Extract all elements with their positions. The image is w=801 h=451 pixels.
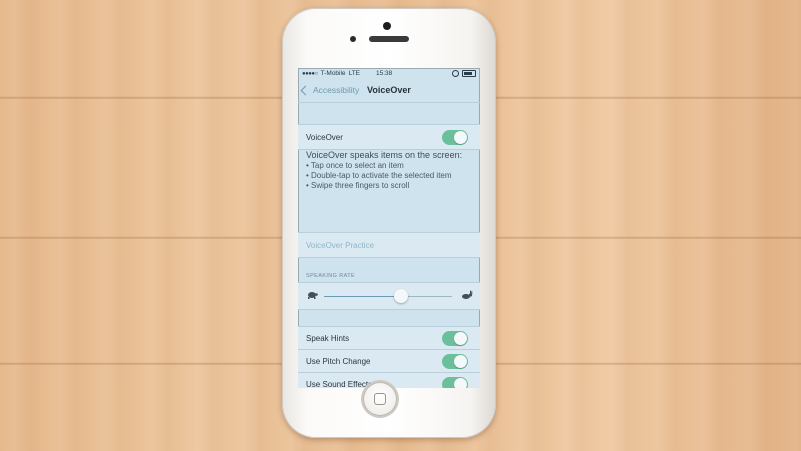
speak-hints-label: Speak Hints [306,334,350,343]
use-pitch-change-label: Use Pitch Change [306,357,371,366]
voiceover-practice-link[interactable]: VoiceOver Practice [306,241,374,250]
description-bullet: • Tap once to select an item [306,161,404,170]
slider-thumb[interactable] [393,289,408,303]
back-button[interactable]: Accessibility [300,85,360,95]
speaking-rate-slider[interactable] [324,289,452,303]
home-square-icon [374,393,386,405]
speaking-rate-row [298,282,480,310]
phone-screen: ●●●●○ T-Mobile LTE 15:38 Accessibility V… [298,68,480,388]
rabbit-icon [462,290,473,299]
description-bullet: • Swipe three fingers to scroll [306,181,410,190]
back-button-label: Accessibility [313,85,360,95]
camera-icon [383,22,391,30]
use-pitch-change-row: Use Pitch Change [298,349,480,373]
speak-hints-row: Speak Hints [298,326,480,350]
use-sound-effects-label: Use Sound Effects [306,380,373,388]
use-pitch-change-toggle[interactable] [442,354,468,369]
navigation-bar: Accessibility VoiceOver [298,80,480,103]
voiceover-practice-row[interactable]: VoiceOver Practice [298,232,480,258]
use-sound-effects-toggle[interactable] [442,377,468,388]
turtle-icon [308,292,318,299]
signal-strength-icon: ●●●●○ [302,70,318,77]
voiceover-description: VoiceOver speaks items on the screen: • … [306,150,472,191]
alarm-icon [452,70,459,77]
slider-fill [324,296,401,297]
page-title: VoiceOver [367,85,411,95]
voiceover-label: VoiceOver [306,133,343,142]
front-camera-icon [350,36,356,42]
earpiece-speaker [369,36,409,42]
battery-icon [462,70,476,77]
iphone-device: ●●●●○ T-Mobile LTE 15:38 Accessibility V… [282,8,496,438]
chevron-left-icon [300,85,311,95]
description-bullet: • Double-tap to activate the selected it… [306,171,452,180]
speak-hints-toggle[interactable] [442,331,468,346]
voiceover-toggle[interactable] [442,130,468,145]
status-time: 15:38 [376,70,393,77]
status-bar: ●●●●○ T-Mobile LTE 15:38 [298,68,480,80]
description-list: • Tap once to select an item • Double-ta… [306,161,472,191]
status-right [452,70,476,77]
network-type: LTE [348,70,361,77]
home-button[interactable] [363,382,397,416]
voiceover-row: VoiceOver [298,124,480,150]
description-title: VoiceOver speaks items on the screen: [306,150,463,160]
carrier-name: T-Mobile [320,70,346,77]
status-left: ●●●●○ T-Mobile LTE [302,70,360,77]
speaking-rate-header: SPEAKING RATE [306,273,356,279]
